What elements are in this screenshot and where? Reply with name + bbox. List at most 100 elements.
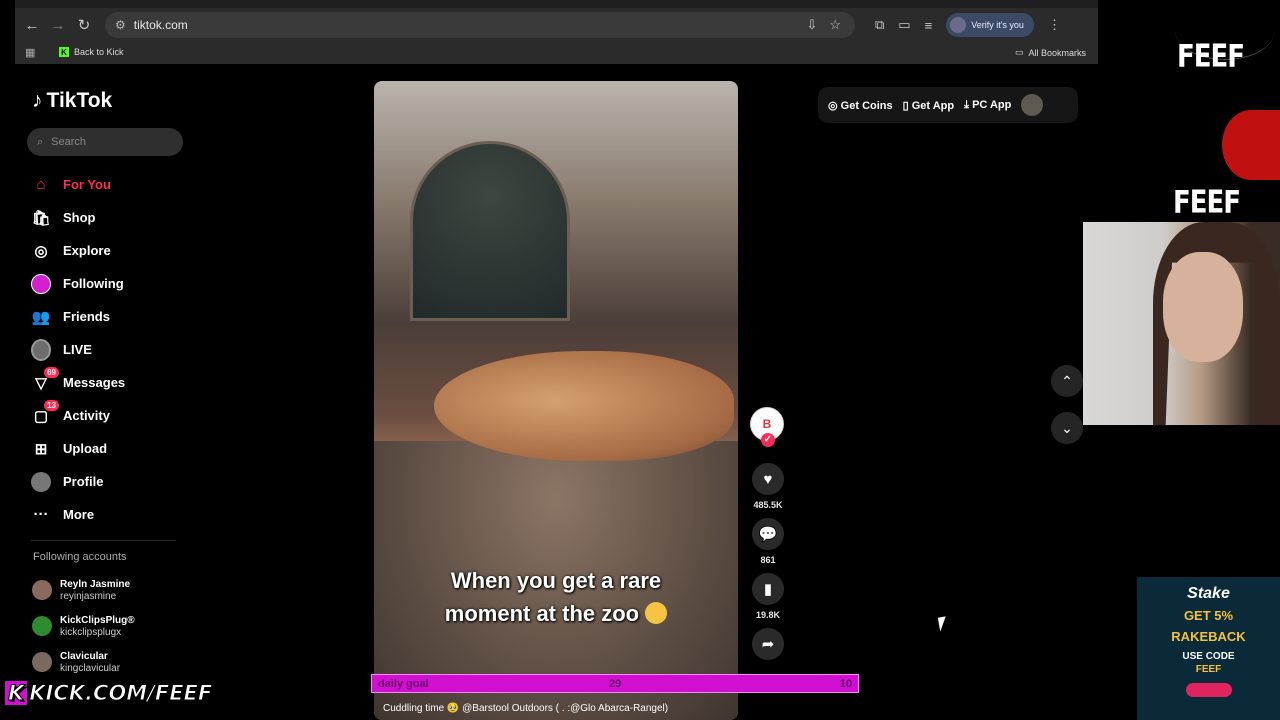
get-coins-button[interactable]: ◎ Get Coins [828, 99, 893, 112]
pleading-face-icon [645, 602, 668, 624]
comment-count: 861 [760, 555, 776, 565]
pc-app-button[interactable]: ⤓ PC App [964, 99, 1011, 112]
coin-icon: ◎ [828, 99, 838, 112]
heart-icon: ♥ [763, 470, 773, 488]
feef-tag-1: FEEF [1177, 39, 1245, 75]
verify-label: Verify it's you [971, 20, 1024, 30]
cast-icon[interactable]: ▭ [898, 17, 910, 33]
webcam-overlay [1083, 222, 1280, 425]
caption-line-1: When you get a rare [450, 568, 662, 593]
account-handle: kickclipsplugx [60, 626, 122, 638]
chevron-down-icon: ⌄ [1061, 419, 1073, 436]
user-avatar[interactable] [1021, 94, 1044, 116]
account-handle: reyinjasmine [60, 590, 117, 602]
sidebar-item-live[interactable]: LIVE [31, 333, 125, 366]
sidebar-item-activity[interactable]: ▢ 13 Activity [31, 399, 125, 432]
bookmark-kick-label: Back to Kick [74, 47, 124, 57]
stake-ad: Stake GET 5% RAKEBACK USE CODE FEEF [1137, 577, 1280, 720]
video-actions: B ✓ ♥ 485.5K 💬 861 ▮ 19.8K ➦ [750, 407, 786, 660]
sidebar-item-more[interactable]: ··· More [31, 498, 125, 531]
forward-icon[interactable]: → [45, 12, 71, 38]
url-text: tiktok.com [133, 18, 188, 32]
kick-url-text: KICK.COM/FEEF [29, 681, 213, 706]
follow-plus-icon[interactable]: ✓ [761, 433, 775, 447]
sidebar-item-label: Following [63, 276, 124, 291]
menu-kebab-icon[interactable]: ⋮ [1048, 17, 1061, 33]
webcam-face [1163, 252, 1243, 362]
feef-tag-2: FEEF [1173, 185, 1241, 221]
following-avatar [31, 273, 51, 294]
bookmark-back-to-kick[interactable]: K Back to Kick [59, 47, 124, 57]
save-button[interactable]: ▮ [752, 573, 784, 605]
messages-badge: 69 [44, 366, 59, 378]
stake-brand: Stake [1187, 585, 1230, 602]
apps-grid-icon[interactable]: ▦ [25, 46, 35, 59]
sidebar-item-label: Profile [63, 474, 104, 489]
profile-avatar [31, 471, 51, 492]
address-bar[interactable]: ⚙ tiktok.com ⇩ ☆ [105, 12, 855, 38]
comment-button[interactable]: 💬 [752, 518, 784, 550]
stake-line-2: RAKEBACK [1171, 629, 1246, 644]
folder-icon: ▭ [1014, 47, 1024, 57]
stake-code: FEEF [1195, 664, 1222, 675]
sidebar-item-following[interactable]: Following [31, 267, 125, 300]
following-accounts-list: Reyln Jasmine reyinjasmine KickClipsPlug… [32, 572, 135, 680]
activity-badge: 13 [44, 399, 59, 411]
previous-video-button[interactable]: ⌃ [1051, 365, 1083, 397]
phone-icon: ▯ [902, 99, 909, 112]
list-item[interactable]: Clavicular kingclavicular [32, 644, 135, 680]
sidebar-item-friends[interactable]: 👥 Friends [31, 300, 125, 333]
back-icon[interactable]: ← [19, 12, 45, 38]
upload-icon: ⊞ [34, 440, 48, 458]
account-handle: kingclavicular [60, 662, 121, 674]
get-app-label: Get App [911, 99, 955, 112]
reload-icon[interactable]: ↻ [71, 12, 97, 38]
caption-line-2: moment at the zoo [444, 601, 640, 626]
site-info-icon[interactable]: ⚙ [115, 18, 126, 32]
tiktok-note-icon: ♪ [32, 89, 43, 112]
verify-profile-button[interactable]: Verify it's you [946, 13, 1034, 37]
home-icon: ⌂ [36, 176, 46, 193]
sidebar-item-messages[interactable]: ▽ 69 Messages [31, 366, 125, 399]
sidebar-item-profile[interactable]: Profile [31, 465, 125, 498]
like-button[interactable]: ♥ [752, 463, 784, 495]
list-item[interactable]: Reyln Jasmine reyinjasmine [32, 572, 135, 608]
stake-use-code: USE CODE [1182, 651, 1235, 662]
compass-icon: ◎ [34, 242, 48, 260]
bookmark-star-icon[interactable]: ☆ [829, 17, 841, 33]
list-item[interactable]: KickClipsPlug® kickclipsplugx [32, 608, 135, 644]
tiktok-logo[interactable]: ♪ TikTok [32, 89, 112, 113]
goal-target: 10 [839, 678, 852, 690]
search-input[interactable]: ⌕ Search [27, 128, 183, 156]
reading-list-icon[interactable]: ≡ [925, 18, 933, 33]
all-bookmarks-button[interactable]: ▭ All Bookmarks [1015, 47, 1086, 58]
sidebar-item-upload[interactable]: ⊞ Upload [31, 432, 125, 465]
share-button[interactable]: ➦ [752, 628, 784, 660]
avatar [32, 616, 52, 636]
tab-strip [15, 0, 1098, 8]
profile-avatar-icon [950, 17, 967, 33]
sidebar-item-explore[interactable]: ◎ Explore [31, 234, 125, 267]
sidebar-item-label: Explore [63, 243, 111, 258]
get-app-button[interactable]: ▯ Get App [903, 99, 955, 112]
video-lion [434, 351, 734, 461]
account-name: KickClipsPlug® [60, 614, 135, 626]
account-name: Reyln Jasmine [60, 578, 131, 590]
video-player[interactable]: When you get a rare moment at the zoo [374, 81, 738, 720]
friends-icon: 👥 [31, 308, 51, 326]
following-accounts-title: Following accounts [33, 551, 127, 563]
install-icon[interactable]: ⇩ [806, 17, 817, 33]
search-icon: ⌕ [37, 135, 44, 148]
extensions-icon[interactable]: ⧉ [875, 17, 884, 33]
account-name: Clavicular [60, 650, 108, 662]
tiktok-wordmark: TikTok [46, 89, 113, 112]
sidebar-item-for-you[interactable]: ⌂ For You [31, 168, 125, 201]
creator-avatar[interactable]: B ✓ [750, 407, 784, 447]
bookmarks-bar: ▦ K Back to Kick ▭ All Bookmarks [15, 42, 1098, 64]
download-icon: ⤓ [964, 98, 969, 111]
next-video-button[interactable]: ⌄ [1051, 412, 1083, 444]
shop-icon: 🛍 [31, 209, 51, 227]
pc-app-label: PC App [972, 98, 1012, 111]
sidebar-item-shop[interactable]: 🛍 Shop [31, 201, 125, 234]
sidebar-item-label: For You [63, 177, 111, 192]
